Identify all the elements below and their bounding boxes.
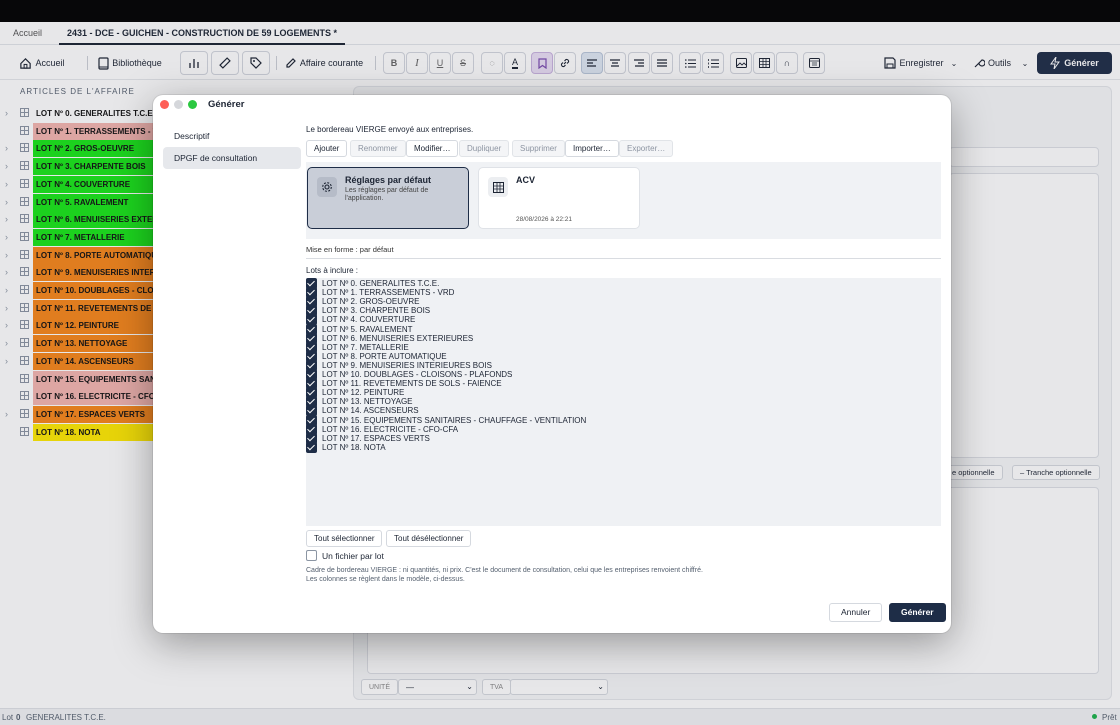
template-cards-area: Réglages par défaut Les réglages par déf… [306,162,941,239]
lot-checkbox-label: LOT Nº 1. TERRASSEMENTS - VRD [322,288,455,298]
lot-checkbox-label: LOT Nº 8. PORTE AUTOMATIQUE [322,351,447,361]
template-card-desc: Les réglages par défaut de l'application… [345,187,429,202]
rename-button[interactable]: Renommer [350,140,406,157]
help-line-1: Cadre de bordereau VIERGE : ni quantités… [306,567,703,574]
export-button[interactable]: Exporter… [619,140,674,157]
help-line-2: Les colonnes se règlent dans le modèle, … [306,576,465,583]
cancel-button[interactable]: Annuler [829,603,883,622]
import-button[interactable]: Importer… [565,140,619,157]
one-file-checkbox[interactable] [306,550,317,561]
select-all-button[interactable]: Tout sélectionner [306,530,383,547]
lot-checkbox-label: LOT Nº 14. ASCENSEURS [322,406,419,416]
help-text: Cadre de bordereau VIERGE : ni quantités… [306,566,703,584]
table-icon [488,177,508,197]
lot-checkbox-label: LOT Nº 13. NETTOYAGE [322,397,413,407]
lot-checkbox-label: LOT Nº 10. DOUBLAGES - CLOISONS - PLAFON… [322,370,513,380]
edit-button[interactable]: Modifier… [406,140,459,157]
lots-checklist: LOT Nº 0. GENERALITES T.C.E. LOT Nº 1. TE… [306,278,941,526]
lot-checkbox-label: LOT Nº 12. PEINTURE [322,388,405,398]
checkbox-checked-icon[interactable] [306,441,317,453]
lot-checkbox-label: LOT Nº 6. MENUISERIES EXTERIEURES [322,333,474,343]
dialog-nav: Descriptif DPGF de consultation [163,125,301,169]
format-line: Mise en forme : par défaut [306,245,394,254]
lot-checkbox-label: LOT Nº 2. GROS-OEUVRE [322,297,420,307]
lots-label: Lots à inclure : [306,266,359,275]
lot-checkbox-label: LOT Nº 3. CHARPENTE BOIS [322,306,431,316]
divider [306,258,941,259]
one-file-label: Un fichier par lot [322,551,384,561]
add-button[interactable]: Ajouter [306,140,348,157]
dialog-title: Générer [208,99,245,110]
lot-checkbox-label: LOT Nº 4. COUVERTURE [322,315,416,325]
template-card-title: Réglages par défaut [345,175,432,185]
nav-dpgf[interactable]: DPGF de consultation [163,147,301,169]
lot-checkbox-label: LOT Nº 18. NOTA [322,442,386,452]
lot-checkbox-label: LOT Nº 17. ESPACES VERTS [322,433,430,443]
dialog-subtitle: Le bordereau VIERGE envoyé aux entrepris… [306,125,474,134]
close-window-icon[interactable] [160,100,169,109]
deselect-all-button[interactable]: Tout désélectionner [386,530,472,547]
generate-dialog: Générer Descriptif DPGF de consultation … [153,95,951,633]
dialog-titlebar: Générer [153,95,951,114]
template-card-acv[interactable]: ACV 28/08/2026 à 22:21 [478,167,640,229]
lot-checkbox-label: LOT Nº 0. GENERALITES T.C.E. [322,279,440,289]
lot-checkbox-label: LOT Nº 5. RAVALEMENT [322,324,413,334]
duplicate-button[interactable]: Dupliquer [459,140,510,157]
minimize-window-icon[interactable] [174,100,183,109]
confirm-generate-button[interactable]: Générer [889,603,946,622]
lot-checkbox-label: LOT Nº 7. METALLERIE [322,342,409,352]
template-card-default[interactable]: Réglages par défaut Les réglages par déf… [307,167,469,229]
lot-checkbox-label: LOT Nº 9. MENUISERIES INTERIEURES BOIS [322,360,492,370]
nav-descriptif[interactable]: Descriptif [163,125,301,147]
lot-checkbox-label: LOT Nº 16. ELECTRICITE - CFO-CFA [322,424,459,434]
lot-checkbox-label: LOT Nº 11. REVETEMENTS DE SOLS - FAIENCE [322,379,502,389]
template-card-date: 28/08/2026 à 22:21 [516,216,573,223]
template-card-title: ACV [516,175,536,185]
gear-icon [317,177,337,197]
delete-button[interactable]: Supprimer [512,140,565,157]
lot-checkbox-label: LOT Nº 15. EQUIPEMENTS SANITAIRES - CHAU… [322,415,587,425]
maximize-window-icon[interactable] [188,100,197,109]
